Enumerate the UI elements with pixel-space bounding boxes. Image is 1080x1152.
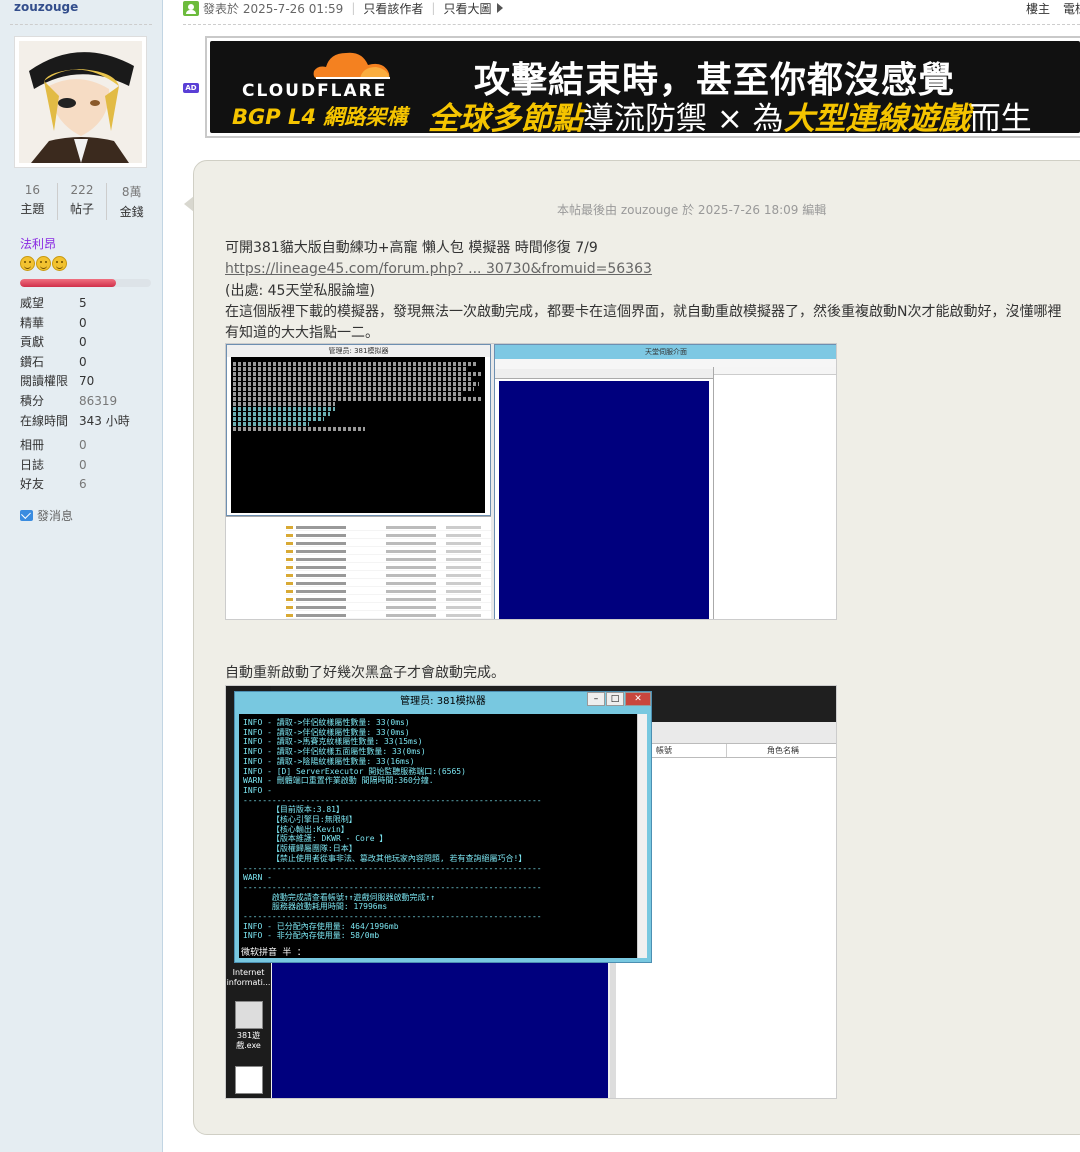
author-stats: 16 主題 222 帖子 8萬 金錢 [8,183,156,220]
cloudflare-wordmark: CLOUDFLARE [242,81,388,101]
attached-screenshot-2[interactable]: Internet informati... 381遊戲.exe 帳號 角色名稱 … [225,685,837,1099]
maximize-icon: □ [606,692,624,706]
info-row: 精華 0 [20,315,87,330]
document-icon [234,1066,263,1094]
avatar-image [19,41,142,163]
author-links: 相冊 0 日誌 0 好友 6 [20,436,160,495]
info-row: 鑽石 0 [20,354,87,369]
post-content-2: 自動重新啟動了好幾次黑盒子才會啟動完成。 [225,663,1080,684]
avatar[interactable] [14,36,147,168]
ad-badge: AD [183,83,199,93]
info-row: 閱讀權限 70 [20,374,95,389]
post-line: 在這個版裡下載的模擬器，發現無法一次啟動完成，都要卡在這個界面，就自動重啟模擬器… [225,303,1062,320]
post-line: 自動重新啟動了好幾次黑盒子才會啟動完成。 [225,665,505,681]
divider: | [431,1,436,15]
ad-subline: 全球多節點導流防禦 × 為大型連線遊戲而生 [428,101,1032,133]
post-line: (出處: 45天堂私服論壇) [225,282,375,299]
only-author-link[interactable]: 只看該作者 [363,0,423,17]
stat-posts[interactable]: 222 帖子 [58,183,108,220]
ad-banner-image: CLOUDFLARE BGP L4 網路架構 攻擊結束時，甚至你都沒感覺 全球多… [210,41,1080,133]
send-message-button[interactable]: 發消息 [20,507,73,524]
edit-note: 本帖最後由 zouzouge 於 2025-7-26 18:09 編輯 [557,203,827,217]
ad-banner[interactable]: CLOUDFLARE BGP L4 網路架構 攻擊結束時，甚至你都沒感覺 全球多… [205,36,1080,138]
server-player-list [713,367,836,619]
send-message-label: 發消息 [37,509,74,523]
smiley-star-icon [20,256,35,271]
smiley-star-icon [36,256,51,271]
play-arrow-icon[interactable] [497,3,504,13]
dragon-app-icon [234,1001,263,1029]
desktop-icon-file [226,1066,271,1096]
terminal-scrollbar [637,714,647,958]
file-explorer-window [226,516,491,619]
rank-progress-fill [20,279,116,287]
minimize-icon: – [587,692,605,706]
stat-threads[interactable]: 16 主題 [8,183,58,220]
user-group[interactable]: 法利昂 [20,235,56,252]
server-gui-window: 天堂伺服介面 [494,344,836,619]
close-icon: ✕ [625,692,651,706]
elevator-link[interactable]: 電梯 [1063,0,1080,17]
post-content: 可開381貓大版自動練功+高寵 懶人包 模擬器 時間修復 7/9 https:/… [225,238,1080,344]
ime-indicator: 微软拼音 半 ： [241,948,306,958]
cloudflare-cloud-icon [313,52,390,79]
cmd-terminal-output: INFO - 讀取->伴侶紋樣屬性數量: 33(0ms) INFO - 讀取->… [239,714,639,958]
author-sidebar: zouzouge 16 主題 222 帖子 8萬 金錢 法利昂 威望 5 精華 … [0,0,163,1152]
stat-money: 8萬 金錢 [119,185,144,219]
info-row-friends[interactable]: 好友 6 [20,475,160,495]
desktop-icon-ie: Internet informati... [226,968,271,987]
floor-label: 樓主 [1026,2,1051,16]
envelope-icon [20,510,33,521]
window-controls: – □ ✕ [586,692,651,706]
rank-progress-bar [20,279,151,287]
cmd-terminal [231,357,485,513]
post-line: 有知道的大大指點一二。 [225,325,379,342]
sidebar-divider [10,24,152,25]
info-row-blogs[interactable]: 日誌 0 [20,456,160,476]
source-link[interactable]: https://lineage45.com/forum.php? ... 307… [225,261,652,277]
post-date: 發表於 2025-7-26 01:59 [203,1,344,16]
server-window-title: 天堂伺服介面 [495,345,836,359]
divider: | [351,1,356,15]
attached-screenshot-1[interactable]: 管理员: 381模拟器 天堂伺服介面 [225,343,837,620]
post-line: 可開381貓大版自動練功+高寵 懶人包 模擬器 時間修復 7/9 [225,240,598,256]
online-user-icon [183,0,199,16]
only-images-link[interactable]: 只看大圖 [443,0,491,17]
info-row: 貢獻 0 [20,335,87,350]
smiley-star-icon [52,256,67,271]
info-row: 積分 86319 [20,393,118,408]
info-row: 在線時間 343 小時 [20,413,130,428]
desktop-icon-exe: 381遊戲.exe [226,1001,271,1051]
info-row: 威望 5 [20,296,87,310]
post-meta-bar: 發表於 2025-7-26 01:59 | 只看該作者 | 只看大圖 [183,0,1080,16]
author-info: 威望 5 精華 0 貢獻 0 鑽石 0 閱讀權限 70 積分 86319 在線時間 343 小… [20,294,160,431]
meta-divider [183,24,1080,25]
server-log-pane [499,381,709,619]
cmd-window: 管理员: 381模拟器 – □ ✕ INFO - 讀取->伴侶紋樣屬性數量: 3… [234,691,652,963]
info-row-albums[interactable]: 相冊 0 [20,436,160,456]
rank-stars [20,256,67,271]
cmd-window-titlebar: 管理员: 381模拟器 – □ ✕ [235,692,651,712]
cmd-window: 管理员: 381模拟器 [226,344,491,516]
cmd-window-title: 管理员: 381模拟器 [227,345,490,357]
ad-brand-subtitle: BGP L4 網路架構 [232,105,408,129]
author-username[interactable]: zouzouge [14,0,78,14]
